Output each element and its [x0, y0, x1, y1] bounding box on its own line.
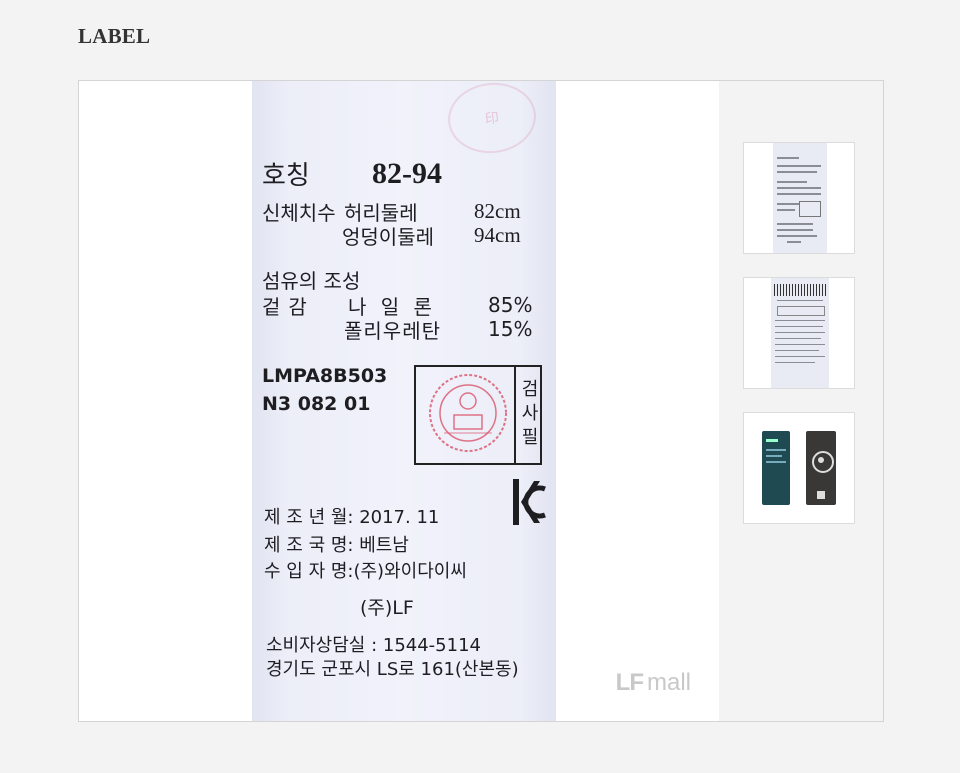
- image-viewer: 印 호칭 82-94 신체치수 허리둘레 82cm 엉덩이둘레 94cm 섬유의…: [78, 80, 884, 722]
- address: 경기도 군포시 LS로 161(산본동): [266, 659, 519, 680]
- polyurethane-label: 폴리우레탄: [344, 319, 441, 343]
- size-value: 82-94: [372, 157, 442, 190]
- thumbnail-label-front[interactable]: [743, 142, 855, 254]
- polyurethane-value: 15%: [488, 317, 533, 341]
- inspection-box: 검사필: [414, 365, 542, 465]
- brand-company: (주)LF: [360, 597, 414, 619]
- watermark-brand: LF: [615, 669, 644, 696]
- mfg-country: 제 조 국 명: 베트남: [264, 535, 409, 556]
- mfg-date: 제 조 년 월: 2017. 11: [264, 507, 440, 528]
- main-image[interactable]: 印 호칭 82-94 신체치수 허리둘레 82cm 엉덩이둘레 94cm 섬유의…: [79, 81, 719, 721]
- care-label-tag: 印 호칭 82-94 신체치수 허리둘레 82cm 엉덩이둘레 94cm 섬유의…: [252, 81, 556, 721]
- hip-label: 엉덩이둘레: [342, 225, 434, 249]
- thumbnail-label-image: [773, 143, 827, 253]
- model-code: LMPA8B503: [262, 365, 388, 387]
- outer-label: 겉감: [262, 295, 315, 319]
- size-title: 호칭: [262, 161, 310, 191]
- hip-value: 94cm: [474, 223, 521, 247]
- watermark-text: mall: [646, 669, 691, 696]
- lfmall-watermark: LF mall: [616, 669, 691, 697]
- kc-certification-icon: [513, 479, 546, 525]
- thumbnail-hang-tags[interactable]: [743, 412, 855, 524]
- inspection-seal-icon: [429, 374, 507, 452]
- faint-stamp-icon: 印: [444, 81, 540, 158]
- thumbnail-tag-dark: [806, 431, 836, 505]
- fiber-title: 섬유의 조성: [262, 269, 361, 293]
- cs-phone: 소비자상담실 : 1544-5114: [266, 635, 481, 656]
- model-sub: N3 082 01: [262, 393, 371, 415]
- nylon-value: 85%: [488, 293, 533, 317]
- thumbnail-label-back-image: [771, 278, 829, 388]
- waist-value: 82cm: [474, 199, 521, 223]
- inspection-label: 검사필: [518, 379, 539, 451]
- thumbnail-label-back[interactable]: [743, 277, 855, 389]
- nylon-label: 나 일 론: [348, 295, 436, 319]
- waist-label: 허리둘레: [344, 201, 418, 225]
- importer: 수 입 자 명:(주)와이다이씨: [264, 561, 467, 582]
- thumbnail-tag-teal: [762, 431, 790, 505]
- body-measure-label: 신체치수: [262, 201, 336, 225]
- section-title: LABEL: [78, 24, 151, 48]
